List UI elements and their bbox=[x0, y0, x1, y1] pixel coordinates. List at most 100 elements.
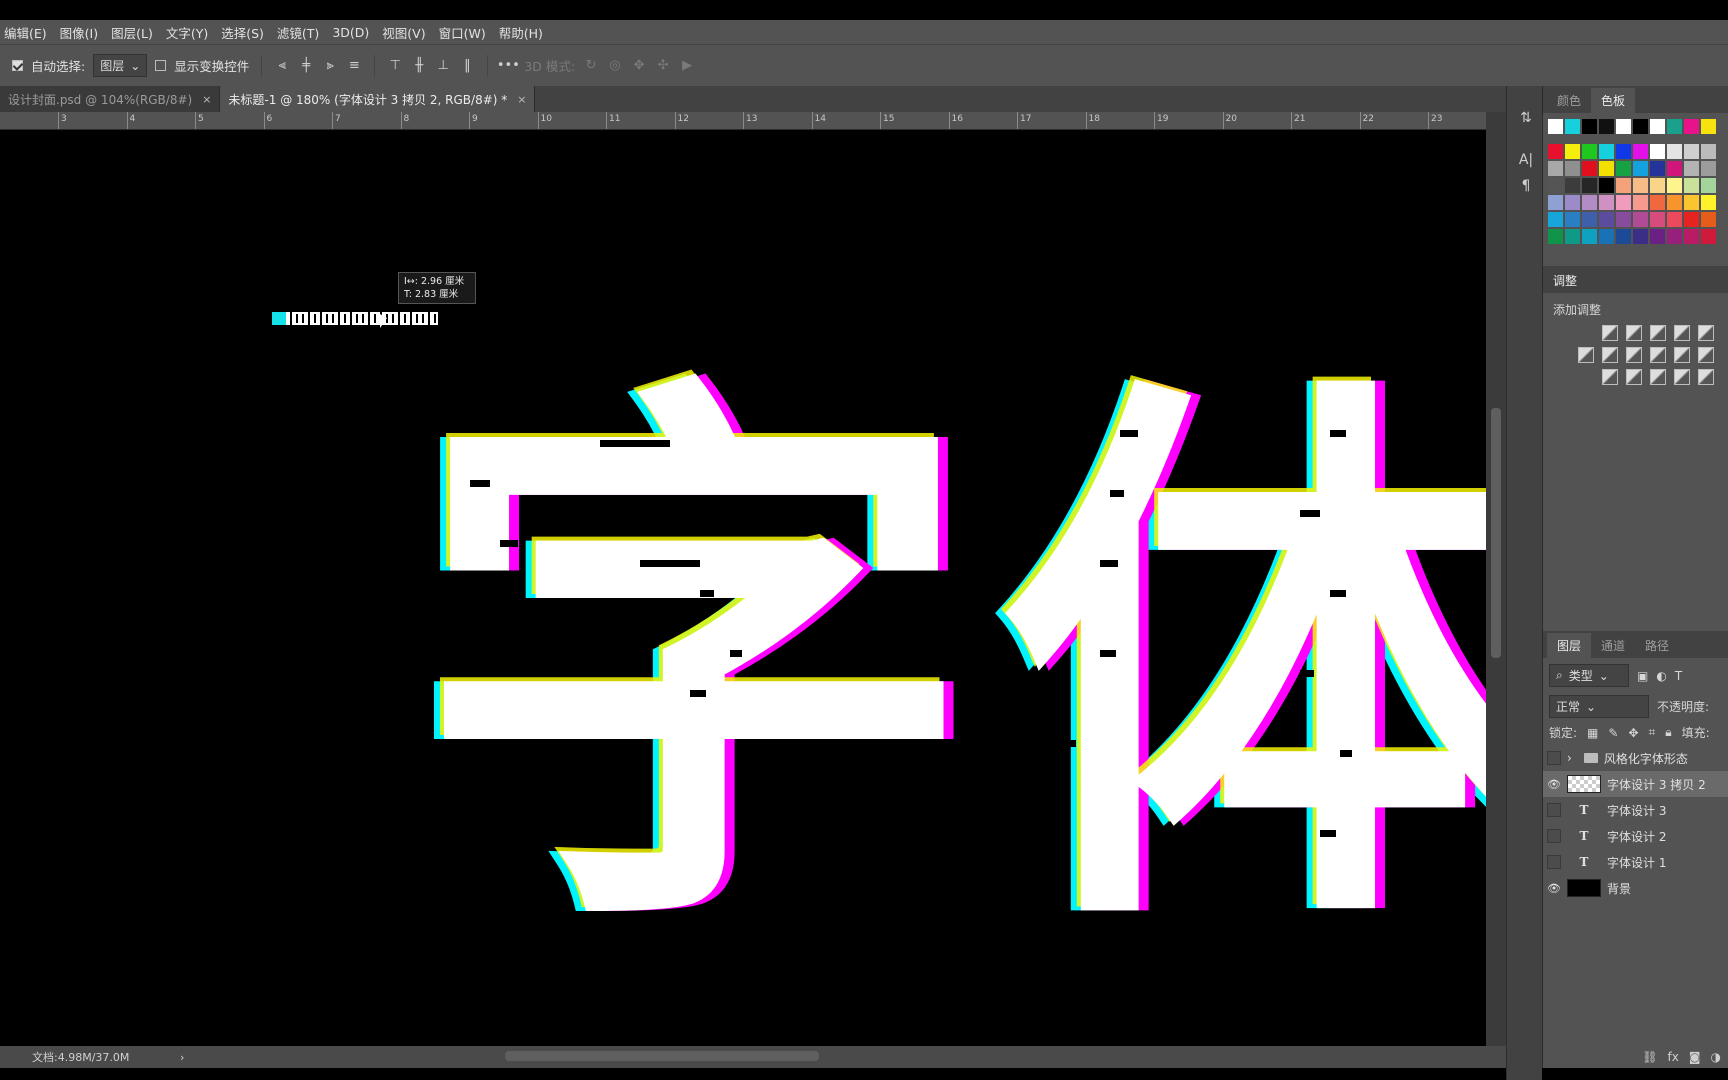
swatch[interactable] bbox=[1667, 178, 1682, 193]
swatch[interactable] bbox=[1633, 144, 1648, 159]
swatch[interactable] bbox=[1582, 195, 1597, 210]
exposure-icon[interactable] bbox=[1674, 325, 1690, 341]
tab-channels[interactable]: 通道 bbox=[1591, 633, 1635, 658]
swatch[interactable] bbox=[1599, 144, 1614, 159]
swatch[interactable] bbox=[1616, 229, 1631, 244]
swatch[interactable] bbox=[1565, 212, 1580, 227]
lock-all-icon[interactable]: 🔒︎ bbox=[1665, 725, 1671, 740]
image-filter-icon[interactable]: ▣ bbox=[1637, 669, 1648, 683]
text-filter-icon[interactable]: T bbox=[1675, 669, 1682, 683]
visibility-eye-icon[interactable]: 👁︎ bbox=[1547, 777, 1561, 791]
visibility-eye-icon[interactable] bbox=[1547, 855, 1561, 869]
swatch[interactable] bbox=[1548, 144, 1563, 159]
swatch[interactable] bbox=[1701, 212, 1716, 227]
vertical-scrollbar[interactable] bbox=[1486, 112, 1506, 1046]
link-icon[interactable]: ⛓ bbox=[1642, 1050, 1657, 1068]
swatch[interactable] bbox=[1599, 229, 1614, 244]
character-icon[interactable]: A| bbox=[1517, 152, 1535, 170]
scroll-thumb[interactable] bbox=[1491, 408, 1501, 658]
orbit-3d-icon[interactable]: ↻ bbox=[583, 58, 599, 74]
swatch[interactable] bbox=[1565, 195, 1580, 210]
swatch[interactable] bbox=[1633, 195, 1648, 210]
show-transform-checkbox[interactable] bbox=[155, 60, 167, 71]
close-icon[interactable]: × bbox=[517, 93, 526, 106]
swatch[interactable] bbox=[1650, 195, 1665, 210]
swatch[interactable] bbox=[1667, 161, 1682, 176]
menu-3d[interactable]: 3D(D) bbox=[328, 25, 378, 40]
menu-window[interactable]: 窗口(W) bbox=[435, 23, 495, 42]
visibility-eye-icon[interactable]: 👁︎ bbox=[1547, 881, 1561, 895]
tab-layers[interactable]: 图层 bbox=[1547, 633, 1592, 658]
close-icon[interactable]: × bbox=[202, 93, 211, 106]
swatch[interactable] bbox=[1684, 229, 1699, 244]
paragraph-icon[interactable]: ¶ bbox=[1517, 178, 1535, 196]
menu-type[interactable]: 文字(Y) bbox=[162, 23, 217, 42]
mask-icon[interactable]: ◙ bbox=[1689, 1050, 1701, 1068]
pan-3d-icon[interactable]: ✥ bbox=[631, 58, 647, 74]
tab-untitled-1[interactable]: 未标题-1 @ 180% (字体设计 3 拷贝 2, RGB/8#) * × bbox=[220, 86, 536, 112]
distribute-vertical-icon[interactable]: ‖ bbox=[459, 58, 475, 74]
swatch[interactable] bbox=[1548, 119, 1563, 134]
swatch[interactable] bbox=[1633, 161, 1648, 176]
align-hcenter-icon[interactable]: ╪ bbox=[298, 58, 314, 74]
swatch[interactable] bbox=[1565, 161, 1580, 176]
document-canvas[interactable]: I↔: 2.96 厘米 T: 2.83 厘米 字 字 字 字 体 体 体 体 bbox=[0, 130, 1486, 1046]
lock-artboard-icon[interactable]: ⌗ bbox=[1649, 725, 1656, 740]
align-right-icon[interactable]: ⫸ bbox=[322, 58, 338, 74]
align-bottom-icon[interactable]: ⊥ bbox=[435, 58, 451, 74]
swatch[interactable] bbox=[1684, 144, 1699, 159]
swatch[interactable] bbox=[1565, 178, 1580, 193]
swatch[interactable] bbox=[1616, 144, 1631, 159]
menu-layer[interactable]: 图层(L) bbox=[107, 23, 162, 42]
swatch[interactable] bbox=[1650, 144, 1665, 159]
swatch[interactable] bbox=[1701, 195, 1716, 210]
status-arrow-icon[interactable]: › bbox=[180, 1051, 184, 1064]
swatch[interactable] bbox=[1582, 229, 1597, 244]
swatch[interactable] bbox=[1582, 178, 1597, 193]
swatch[interactable] bbox=[1684, 212, 1699, 227]
swatch[interactable] bbox=[1582, 119, 1597, 134]
swatch[interactable] bbox=[1633, 119, 1648, 134]
swatch[interactable] bbox=[1667, 144, 1682, 159]
marquee-selection[interactable] bbox=[272, 312, 438, 325]
lock-paint-icon[interactable]: ✎ bbox=[1608, 726, 1618, 740]
tab-cover-psd[interactable]: 设计封面.psd @ 104%(RGB/8#) × bbox=[0, 86, 221, 112]
layer-row[interactable]: 👁︎ 背景 bbox=[1543, 875, 1728, 901]
color-balance-icon[interactable] bbox=[1602, 347, 1618, 363]
menu-filter[interactable]: 滤镜(T) bbox=[273, 23, 328, 42]
layer-row[interactable]: T 字体设计 3 bbox=[1543, 797, 1728, 823]
swatch[interactable] bbox=[1667, 119, 1682, 134]
swatch[interactable] bbox=[1633, 178, 1648, 193]
swatch[interactable] bbox=[1548, 212, 1563, 227]
distribute-icon[interactable]: ≡ bbox=[346, 58, 362, 74]
swatch[interactable] bbox=[1701, 119, 1716, 134]
color-lookup-icon[interactable] bbox=[1698, 347, 1714, 363]
swatch[interactable] bbox=[1548, 178, 1563, 193]
swatch[interactable] bbox=[1684, 161, 1699, 176]
swatch[interactable] bbox=[1548, 161, 1563, 176]
swatch[interactable] bbox=[1650, 161, 1665, 176]
menu-view[interactable]: 视图(V) bbox=[378, 23, 434, 42]
swatch[interactable] bbox=[1684, 178, 1699, 193]
layer-filter-dropdown[interactable]: ⌕ 类型 ⌄ bbox=[1549, 664, 1629, 687]
black-white-icon[interactable] bbox=[1626, 347, 1642, 363]
adjustments-title[interactable]: 调整 bbox=[1543, 266, 1728, 293]
posterize-icon[interactable] bbox=[1626, 369, 1642, 385]
layer-row[interactable]: 👁︎ 字体设计 3 拷贝 2 bbox=[1543, 771, 1728, 797]
camera-3d-icon[interactable]: ▶ bbox=[679, 58, 695, 74]
adjust-icon[interactable]: ◑ bbox=[1711, 1050, 1721, 1068]
hue-saturation-icon[interactable] bbox=[1578, 347, 1594, 363]
fx-icon[interactable]: fx bbox=[1668, 1050, 1679, 1068]
photo-filter-icon[interactable] bbox=[1650, 347, 1666, 363]
history-icon[interactable]: ⇅ bbox=[1517, 110, 1535, 128]
layer-row[interactable]: › 风格化字体形态 bbox=[1543, 745, 1728, 771]
lock-move-icon[interactable]: ✥ bbox=[1628, 726, 1638, 740]
swatch[interactable] bbox=[1599, 195, 1614, 210]
vibrance-icon[interactable] bbox=[1698, 325, 1714, 341]
channel-mixer-icon[interactable] bbox=[1674, 347, 1690, 363]
swatch[interactable] bbox=[1616, 119, 1631, 134]
menu-edit[interactable]: 编辑(E) bbox=[0, 23, 56, 42]
align-left-icon[interactable]: ⫷ bbox=[274, 58, 290, 74]
layer-row[interactable]: T 字体设计 1 bbox=[1543, 849, 1728, 875]
menu-select[interactable]: 选择(S) bbox=[217, 23, 273, 42]
